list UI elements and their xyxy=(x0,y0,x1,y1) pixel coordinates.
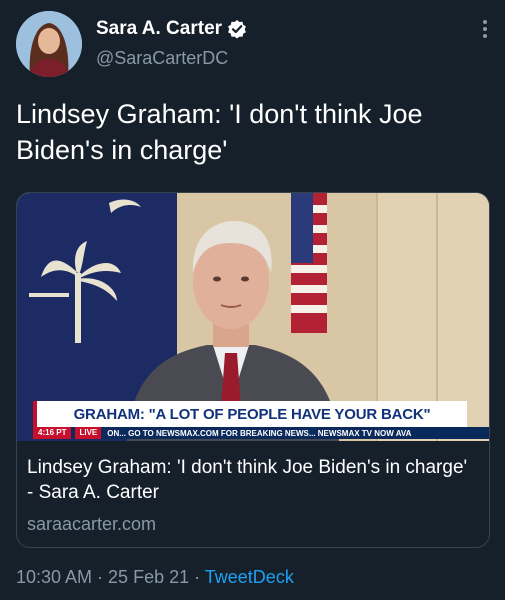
ticker-text: ON... GO TO NEWSMAX.COM FOR BREAKING NEW… xyxy=(107,428,412,438)
more-options-icon[interactable] xyxy=(479,20,491,40)
ticker-time: 4:16 PT xyxy=(33,427,72,439)
news-lower-third: GRAHAM: "A LOT OF PEOPLE HAVE YOUR BACK" xyxy=(33,401,467,427)
author-handle[interactable]: @SaraCarterDC xyxy=(96,48,228,69)
name-row: Sara A. Carter xyxy=(96,18,247,40)
tweet-meta: 10:30 AM · 25 Feb 21 · TweetDeck xyxy=(16,567,294,588)
tweet-text: Lindsey Graham: 'I don't think Joe Biden… xyxy=(16,99,423,165)
card-domain: saraacarter.com xyxy=(27,514,157,534)
ticker-live: LIVE xyxy=(75,427,102,439)
avatar[interactable] xyxy=(16,11,82,77)
tweet-header: Sara A. Carter @SaraCarterDC xyxy=(0,0,505,90)
card-image[interactable]: GRAHAM: "A LOT OF PEOPLE HAVE YOUR BACK"… xyxy=(17,193,489,441)
verified-badge-icon xyxy=(227,19,247,39)
card-title[interactable]: Lindsey Graham: 'I don't think Joe Biden… xyxy=(27,455,477,505)
tweet-source[interactable]: TweetDeck xyxy=(205,567,294,587)
link-card[interactable]: GRAHAM: "A LOT OF PEOPLE HAVE YOUR BACK"… xyxy=(16,192,490,548)
display-name[interactable]: Sara A. Carter xyxy=(96,18,222,40)
tweet-timestamp[interactable]: 10:30 AM · 25 Feb 21 · xyxy=(16,567,205,587)
news-ticker: 4:16 PT LIVE ON... GO TO NEWSMAX.COM FOR… xyxy=(33,427,489,439)
